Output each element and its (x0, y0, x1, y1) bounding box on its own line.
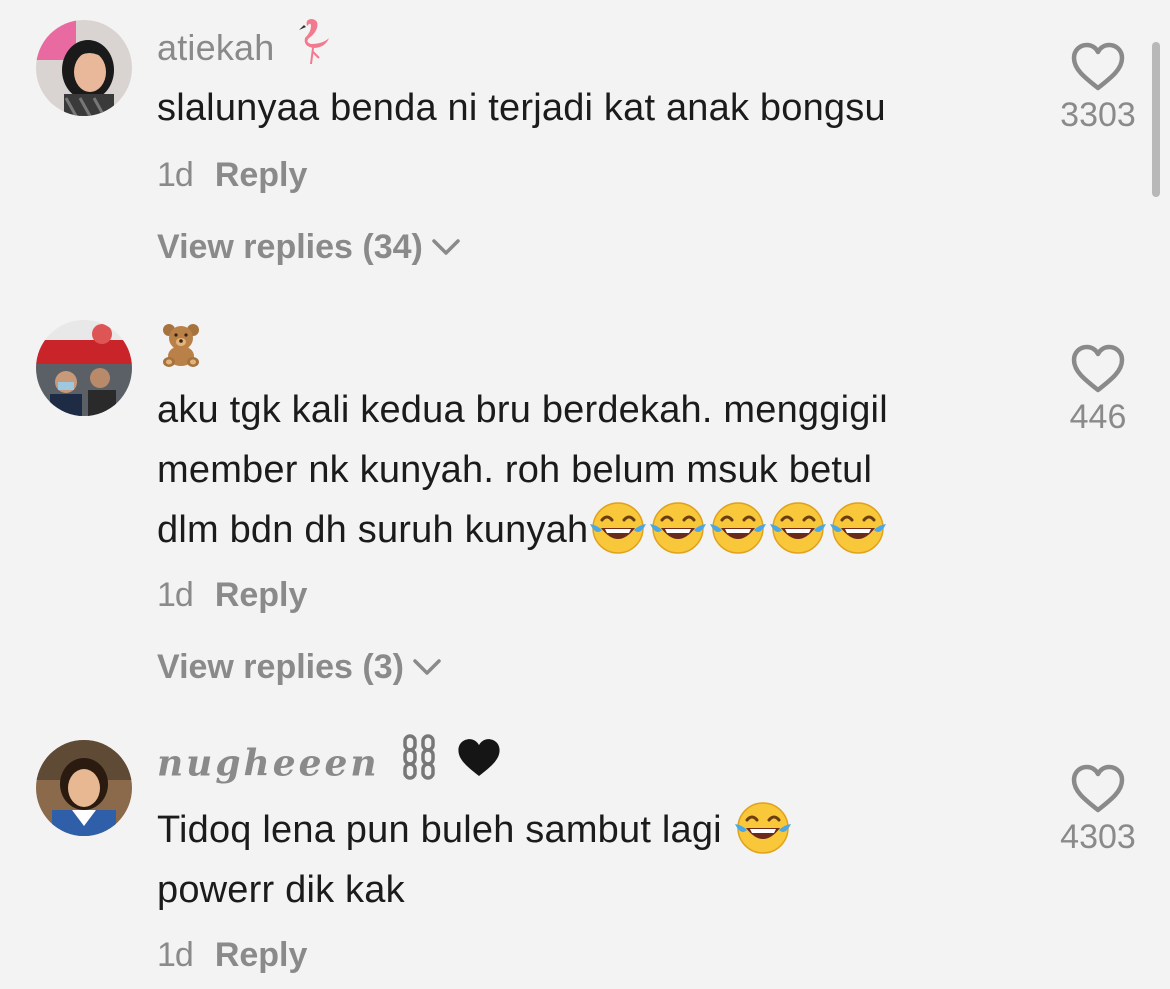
black-heart-icon (455, 736, 503, 789)
like-button[interactable]: 4303 (1043, 764, 1153, 857)
comment-text: Tidoq lena pun buleh sambut lagi powerr … (157, 800, 1037, 920)
like-button[interactable]: 3303 (1043, 42, 1153, 135)
chevron-down-icon (412, 647, 442, 686)
comment-text-line: member nk kunyah. roh belum msuk betul (157, 449, 873, 491)
comment-meta: 1d Reply (157, 936, 307, 975)
like-count: 4303 (1060, 818, 1136, 856)
tears-of-joy-icon (768, 500, 828, 556)
tears-of-joy-icon (733, 800, 793, 856)
like-count: 446 (1069, 398, 1127, 436)
reply-button[interactable]: Reply (215, 576, 308, 615)
view-replies-label: View replies (3) (157, 648, 404, 686)
comment-meta: 1d Reply (157, 156, 307, 195)
username-text: nugheeen (157, 742, 380, 785)
avatar[interactable] (36, 320, 132, 416)
username (157, 320, 205, 377)
like-count: 3303 (1060, 96, 1136, 134)
comment-text-line-with-emoji: Tidoq lena pun buleh sambut lagi (157, 800, 1037, 860)
username[interactable]: atiekah (157, 19, 335, 75)
heart-icon (1070, 344, 1126, 394)
comment-text: slalunyaa benda ni terjadi kat anak bong… (157, 87, 886, 129)
chevron-down-icon (431, 227, 461, 266)
comment-time: 1d (157, 576, 194, 614)
comment-text: aku tgk kali kedua bru berdekah. menggig… (157, 380, 1037, 560)
tears-of-joy-icon (828, 500, 888, 556)
comment-time: 1d (157, 936, 194, 974)
heart-icon (1070, 42, 1126, 92)
comment-text-line: aku tgk kali kedua bru berdekah. menggig… (157, 389, 888, 431)
username[interactable]: nugheeen (157, 734, 503, 791)
comment-text-line: powerr dik kak (157, 869, 405, 911)
flamingo-icon (295, 16, 335, 75)
avatar[interactable] (36, 20, 132, 116)
comment-text-line: dlm bdn dh suruh kunyah (157, 509, 589, 551)
comment-text-line: Tidoq lena pun buleh sambut lagi (157, 809, 722, 851)
teddy-bear-icon (157, 320, 205, 377)
heart-icon (1070, 764, 1126, 814)
scrollbar[interactable] (1152, 42, 1160, 197)
tears-of-joy-icon (648, 500, 708, 556)
comment-meta: 1d Reply (157, 576, 307, 615)
reply-button[interactable]: Reply (215, 156, 308, 195)
comments-panel: atiekah slalunyaa benda ni terjadi kat a… (0, 0, 1170, 989)
reply-button[interactable]: Reply (215, 936, 308, 975)
tears-of-joy-icon (708, 500, 768, 556)
chains-icon (399, 734, 439, 791)
comment-text-line-with-emoji: dlm bdn dh suruh kunyah (157, 500, 1037, 560)
view-replies-button[interactable]: View replies (3) (157, 648, 442, 687)
avatar[interactable] (36, 740, 132, 836)
comment-time: 1d (157, 156, 194, 194)
like-button[interactable]: 446 (1043, 344, 1153, 437)
view-replies-button[interactable]: View replies (34) (157, 228, 461, 267)
username-text: atiekah (157, 27, 275, 69)
tears-of-joy-icon (588, 500, 648, 556)
view-replies-label: View replies (34) (157, 228, 423, 266)
